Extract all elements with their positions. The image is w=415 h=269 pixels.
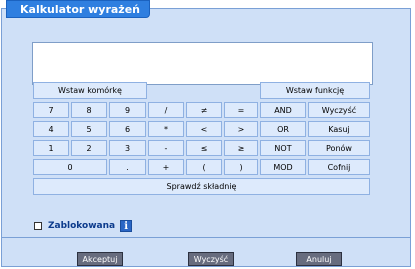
key-greater-equal[interactable]: ≥ <box>224 140 258 156</box>
footer-clear-button[interactable]: Wyczyść <box>188 252 234 266</box>
check-syntax-button[interactable]: Sprawdź składnię <box>33 178 370 195</box>
key-open-paren[interactable]: ( <box>186 159 222 175</box>
key-not-equal[interactable]: ≠ <box>186 102 222 118</box>
key-plus[interactable]: + <box>148 159 184 175</box>
key-6[interactable]: 6 <box>109 121 146 137</box>
key-divide[interactable]: / <box>148 102 184 118</box>
insert-function-button[interactable]: Wstaw funkcję <box>260 82 370 99</box>
accept-button[interactable]: Akceptuj <box>77 252 123 266</box>
key-5[interactable]: 5 <box>71 121 107 137</box>
undo-button[interactable]: Cofnij <box>308 159 370 175</box>
key-0[interactable]: 0 <box>33 159 107 175</box>
footer-divider <box>2 237 410 238</box>
key-mod[interactable]: MOD <box>260 159 306 175</box>
key-minus[interactable]: - <box>148 140 184 156</box>
locked-checkbox[interactable] <box>34 222 42 230</box>
expression-calculator-panel: Wstaw komórkę Wstaw funkcję 7 8 9 / ≠ = … <box>1 8 411 267</box>
insert-cell-button[interactable]: Wstaw komórkę <box>33 82 147 99</box>
key-less-than[interactable]: < <box>186 121 222 137</box>
clear-button[interactable]: Wyczyść <box>308 102 370 118</box>
window-title: Kalkulator wyrażeń <box>6 0 151 18</box>
key-2[interactable]: 2 <box>71 140 107 156</box>
key-decimal-point[interactable]: . <box>109 159 146 175</box>
key-1[interactable]: 1 <box>33 140 69 156</box>
key-close-paren[interactable]: ) <box>224 159 258 175</box>
key-8[interactable]: 8 <box>71 102 107 118</box>
expression-editor[interactable] <box>32 42 373 85</box>
key-and[interactable]: AND <box>260 102 306 118</box>
key-not[interactable]: NOT <box>260 140 306 156</box>
key-or[interactable]: OR <box>260 121 306 137</box>
locked-label: Zablokowana <box>48 221 116 231</box>
key-3[interactable]: 3 <box>109 140 146 156</box>
key-equal[interactable]: = <box>224 102 258 118</box>
delete-button[interactable]: Kasuj <box>308 121 370 137</box>
key-less-equal[interactable]: ≤ <box>186 140 222 156</box>
key-9[interactable]: 9 <box>109 102 146 118</box>
redo-button[interactable]: Ponów <box>308 140 370 156</box>
locked-option: Zablokowana i <box>34 219 133 233</box>
key-4[interactable]: 4 <box>33 121 69 137</box>
key-greater-than[interactable]: > <box>224 121 258 137</box>
cancel-button[interactable]: Anuluj <box>296 252 342 266</box>
key-7[interactable]: 7 <box>33 102 69 118</box>
info-icon[interactable]: i <box>120 220 133 232</box>
key-multiply[interactable]: * <box>148 121 184 137</box>
